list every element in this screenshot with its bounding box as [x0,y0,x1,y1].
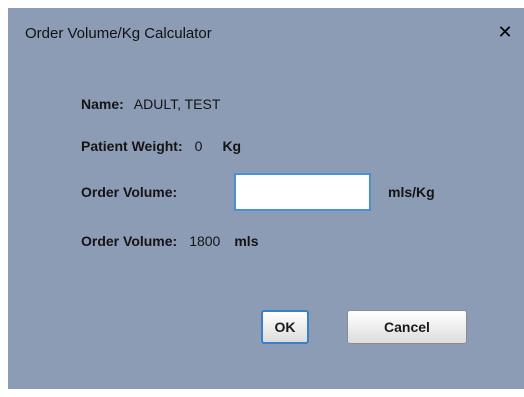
name-row: Name: ADULT, TEST [81,92,220,116]
dialog-title: Order Volume/Kg Calculator [25,25,212,42]
order-volume-calculator-dialog: Order Volume/Kg Calculator ✕ Name: ADULT… [8,8,524,389]
patient-weight-row: Patient Weight: 0 Kg [81,134,241,158]
order-volume-total-row: Order Volume: 1800 mls [81,229,258,253]
order-volume-total-unit: mls [234,233,259,249]
order-volume-per-kg-unit: mls/Kg [388,184,435,200]
name-label: Name: [81,96,124,112]
order-volume-label: Order Volume: [81,184,178,200]
patient-weight-value: 0 [194,138,203,154]
ok-button[interactable]: OK [261,310,309,344]
close-icon[interactable]: ✕ [494,21,516,43]
order-volume-total-value: 1800 [189,233,221,249]
patient-weight-label: Patient Weight: [81,138,183,154]
order-volume-per-kg-row: Order Volume: [81,180,177,204]
name-value: ADULT, TEST [133,96,221,112]
order-volume-per-kg-unit-row: mls/Kg [388,180,435,204]
cancel-button[interactable]: Cancel [347,310,467,344]
order-volume-total-label: Order Volume: [81,233,178,249]
patient-weight-unit: Kg [222,138,242,154]
order-volume-per-kg-input[interactable] [234,173,371,211]
dialog-titlebar: Order Volume/Kg Calculator ✕ [8,8,524,60]
